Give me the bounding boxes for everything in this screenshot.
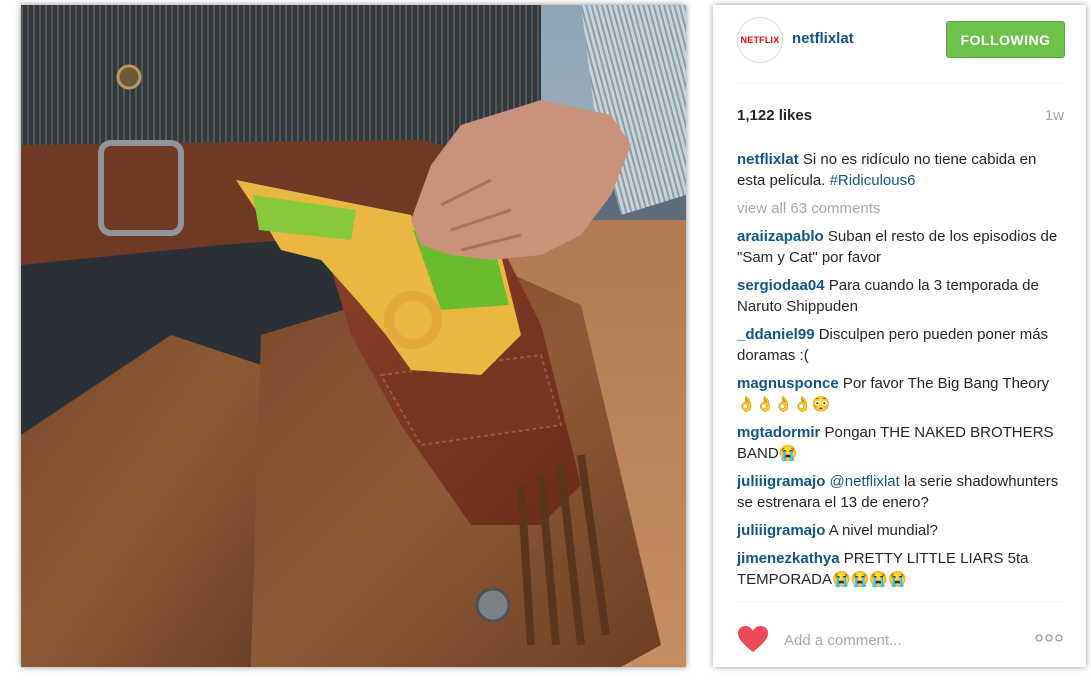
caption: netflixlat Si no es ridículo no tiene ca… [737, 149, 1064, 191]
comment-username[interactable]: mgtadormir [737, 424, 820, 441]
header-divider [737, 83, 1064, 84]
account-username[interactable]: netflixlat [792, 30, 854, 47]
comment-item: sergiodaa04 Para cuando la 3 temporada d… [737, 275, 1064, 317]
caption-username[interactable]: netflixlat [737, 151, 799, 168]
ellipsis-icon[interactable] [1035, 631, 1063, 645]
post-photo-illustration [21, 5, 686, 667]
view-all-comments-link[interactable]: view all 63 comments [737, 198, 1064, 219]
comment-username[interactable]: magnusponce [737, 375, 839, 392]
comment-username[interactable]: araiizapablo [737, 228, 824, 245]
comment-item: juliiigramajo @netflixlat la serie shado… [737, 471, 1064, 513]
likes-row: 1,122 likes 1w [737, 107, 1064, 127]
comment-item: magnusponce Por favor The Big Bang Theor… [737, 373, 1064, 415]
comment-item: mgtadormir Pongan THE NAKED BROTHERS BAN… [737, 422, 1064, 464]
comment-item: juliiigramajo A nivel mundial? [737, 520, 1064, 541]
comment-username[interactable]: juliiigramajo [737, 473, 825, 490]
post-footer [713, 605, 1086, 667]
avatar[interactable]: NETFLIX [737, 17, 783, 63]
avatar-logo-text: NETFLIX [740, 35, 780, 45]
comments-list[interactable]: netflixlat Si no es ridículo no tiene ca… [737, 149, 1064, 601]
post-header: NETFLIX netflixlat FOLLOWING [713, 5, 1086, 83]
caption-hashtag[interactable]: #Ridiculous6 [830, 172, 916, 189]
comment-username[interactable]: jimenezkathya [737, 550, 840, 567]
comment-text: A nivel mundial? [828, 522, 938, 539]
comment-username[interactable]: sergiodaa04 [737, 277, 825, 294]
comment-username[interactable]: juliiigramajo [737, 522, 825, 539]
heart-icon[interactable] [737, 625, 769, 653]
comment-mention[interactable]: @netflixlat [830, 473, 900, 490]
comment-item: jimenezkathya PRETTY LITTLE LIARS 5ta TE… [737, 548, 1064, 590]
comment-item: _ddaniel99 Disculpen pero pueden poner m… [737, 324, 1064, 366]
post-timestamp: 1w [1044, 107, 1064, 124]
post-photo[interactable] [21, 5, 686, 667]
add-comment-input[interactable] [782, 629, 1006, 651]
comment-item: araiizapablo Suban el resto de los episo… [737, 226, 1064, 268]
footer-divider [737, 601, 1064, 602]
likes-count[interactable]: 1,122 likes [737, 107, 812, 124]
following-button[interactable]: FOLLOWING [946, 21, 1065, 58]
post-details-panel: NETFLIX netflixlat FOLLOWING 1,122 likes… [713, 5, 1086, 667]
comment-username[interactable]: _ddaniel99 [737, 326, 815, 343]
